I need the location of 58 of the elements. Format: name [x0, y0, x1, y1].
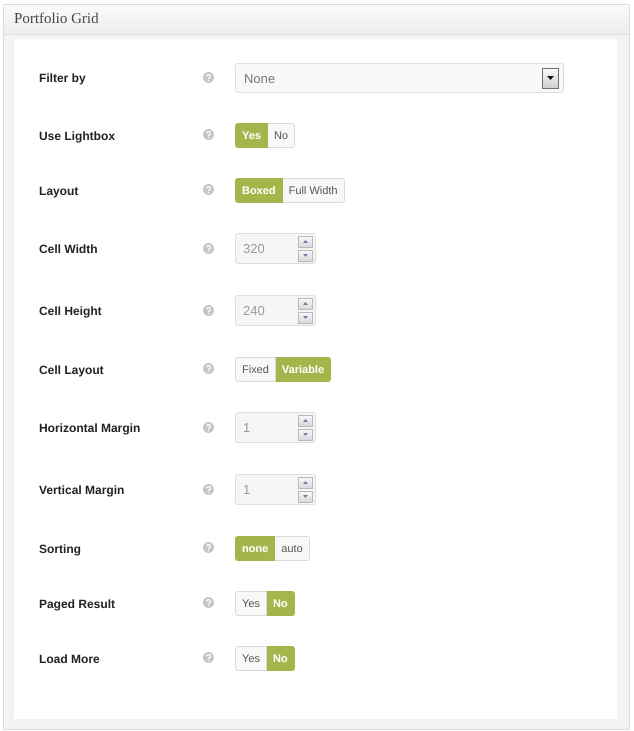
toggle-option[interactable]: No	[268, 123, 296, 148]
field-label: Filter by	[39, 71, 87, 85]
help-icon	[203, 72, 214, 82]
toggle-option[interactable]: Yes	[235, 591, 267, 616]
toggle-option[interactable]: Yes	[235, 646, 267, 671]
caret-up-icon	[303, 481, 308, 484]
toggle-option[interactable]: auto	[275, 536, 310, 561]
field-label: Sorting	[39, 542, 82, 556]
number-field[interactable]: 320	[235, 233, 316, 264]
toggle-option[interactable]: No	[266, 646, 295, 671]
step-up-button[interactable]	[298, 476, 313, 488]
step-down-button[interactable]	[298, 490, 313, 502]
help-icon	[203, 542, 214, 553]
toggle-option[interactable]: Yes	[235, 123, 268, 148]
toggle-option[interactable]: Fixed	[235, 357, 276, 382]
field-label: Paged Result	[39, 596, 116, 610]
number-field[interactable]: 1	[235, 412, 316, 443]
help-icon	[203, 422, 214, 432]
toggle-option[interactable]: Full Width	[282, 178, 345, 203]
step-down-button[interactable]	[298, 428, 313, 440]
caret-down-icon	[303, 254, 308, 257]
field-label: Horizontal Margin	[39, 421, 142, 435]
field-label: Vertical Margin	[39, 483, 126, 497]
step-up-button[interactable]	[298, 236, 313, 248]
help-icon	[203, 242, 214, 254]
field-label: Use Lightbox	[39, 128, 116, 142]
help-icon	[203, 129, 214, 140]
panel-title: Portfolio Grid	[14, 11, 99, 28]
field-label: Layout	[39, 184, 80, 198]
caret-up-icon	[303, 419, 308, 422]
toggle-option[interactable]: Boxed	[235, 178, 283, 203]
caret-up-icon	[303, 302, 308, 305]
toggle-option[interactable]: Variable	[276, 357, 332, 382]
step-down-button[interactable]	[298, 250, 313, 262]
help-icon	[203, 184, 214, 195]
caret-down-icon	[303, 495, 308, 498]
step-up-button[interactable]	[298, 298, 313, 310]
help-icon	[203, 597, 214, 608]
caret-up-icon	[303, 240, 308, 243]
help-icon	[203, 363, 214, 374]
help-icon	[203, 304, 214, 316]
toggle-option[interactable]: none	[235, 536, 276, 561]
dropdown-arrow-button[interactable]	[542, 68, 559, 88]
help-icon	[203, 652, 214, 663]
field-label: Cell Height	[39, 304, 103, 318]
caret-down-icon	[547, 76, 554, 80]
help-icon	[203, 484, 214, 494]
dropdown-select[interactable]: None	[235, 63, 564, 93]
caret-down-icon	[303, 433, 308, 436]
number-field[interactable]: 1	[235, 474, 316, 505]
toggle-option[interactable]: No	[266, 591, 295, 616]
step-down-button[interactable]	[298, 312, 313, 324]
field-label: Load More	[39, 652, 101, 666]
field-label: Cell Layout	[39, 362, 105, 376]
caret-down-icon	[303, 316, 308, 319]
field-label: Cell Width	[39, 242, 99, 256]
number-field[interactable]: 240	[235, 295, 316, 326]
step-up-button[interactable]	[298, 414, 313, 426]
